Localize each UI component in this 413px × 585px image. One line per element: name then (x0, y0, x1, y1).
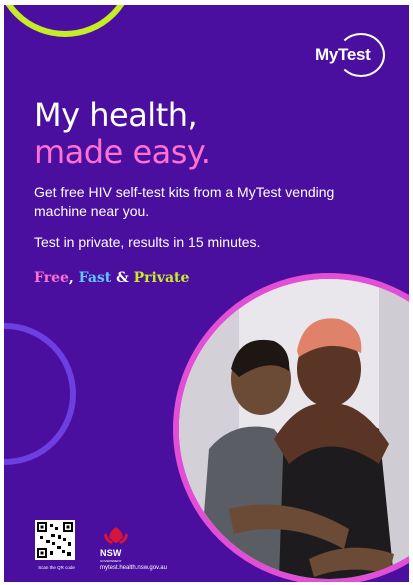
headline-line-1: My health, (34, 96, 198, 134)
poster: MyTest My health, made easy. Get free HI… (4, 5, 409, 582)
qr-caption: Scan the QR code (38, 565, 75, 570)
decorative-ring-top (4, 5, 136, 37)
headline: My health, made easy. (34, 96, 211, 171)
couple-photo (173, 273, 409, 582)
waratah-graphic (104, 527, 128, 544)
body-copy: Get free HIV self-test kits from a MyTes… (34, 183, 379, 264)
tagline-fast: Fast (78, 270, 112, 286)
nsw-label: NSW (100, 548, 122, 558)
website-url[interactable]: mytest.health.nsw.gov.au (100, 565, 167, 571)
nsw-sub-label: GOVERNMENT (100, 559, 122, 563)
decorative-ring-left (4, 323, 76, 465)
tagline: Free, Fast & Private (34, 270, 189, 286)
tagline-free: Free (34, 270, 69, 286)
couple-photo-illustration (179, 279, 409, 579)
mytest-logo-icon: MyTest (315, 33, 387, 77)
body-paragraph-1: Get free HIV self-test kits from a MyTes… (34, 184, 335, 219)
tagline-private: Private (133, 270, 190, 286)
headline-line-2: made easy. (34, 133, 211, 171)
qr-code-icon[interactable] (35, 520, 75, 560)
logo-text: MyTest (315, 45, 371, 64)
tagline-comma: , (68, 270, 79, 286)
body-paragraph-2: Test in private, results in 15 minutes. (34, 234, 261, 250)
tagline-amp: & (111, 270, 134, 286)
qr-code-graphic (37, 522, 73, 558)
